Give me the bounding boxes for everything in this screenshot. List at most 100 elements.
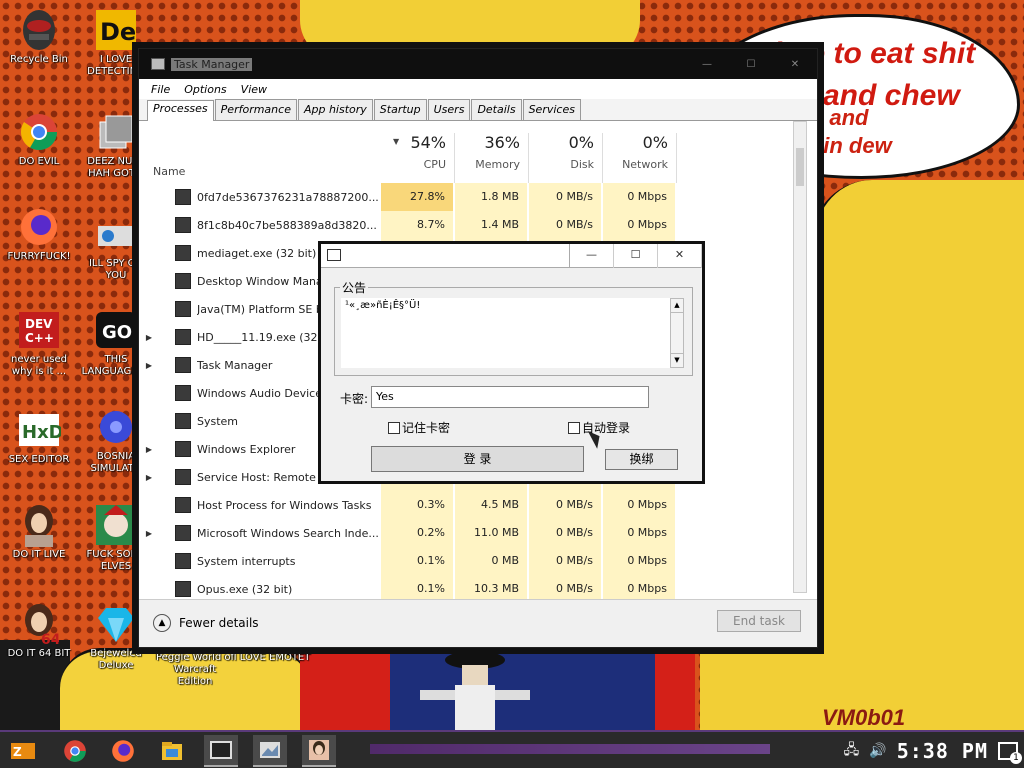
maximize-button[interactable]: ☐: [729, 59, 773, 70]
expand-arrow-icon[interactable]: ▶: [139, 361, 159, 370]
tab-processes[interactable]: Processes: [147, 100, 214, 121]
process-icon: [175, 469, 191, 485]
svg-text:HxD: HxD: [22, 422, 61, 443]
process-row[interactable]: Opus.exe (32 bit) 0.1% 10.3 MB 0 MB/s 0 Mbps: [139, 575, 799, 601]
end-task-button[interactable]: End task: [717, 610, 801, 632]
tab-performance[interactable]: Performance: [214, 99, 297, 120]
desktop-icon-hxd[interactable]: HxD SEX EDITOR: [3, 408, 75, 466]
network-icon[interactable]: 🖧: [844, 739, 860, 763]
desktop-icon-devcpp[interactable]: DEV C++ never used why is it ...: [3, 308, 75, 378]
close-button[interactable]: ✕: [773, 59, 817, 70]
process-icon: [175, 553, 191, 569]
dialog-minimize-button[interactable]: —: [570, 244, 614, 268]
desktop-icon-emotet[interactable]: I LOVE EMOTET: [232, 652, 312, 664]
card-key-input[interactable]: Yes: [371, 386, 649, 408]
fewer-details-label: Fewer details: [179, 616, 259, 630]
taskbar-explorer[interactable]: [155, 735, 189, 767]
process-memory: 10.3 MB: [455, 575, 527, 601]
card-key-label: 卡密:: [340, 392, 369, 406]
desktop-icon-chrome[interactable]: DO EVIL: [3, 110, 75, 168]
login-button[interactable]: 登 录: [371, 446, 584, 472]
elves-icon: [92, 503, 140, 547]
menu-view[interactable]: View: [241, 83, 267, 96]
volume-icon[interactable]: 🔊: [869, 743, 886, 759]
desktop-icon-label: Recycle Bin: [10, 54, 68, 65]
unbind-button[interactable]: 换绑: [605, 449, 678, 470]
portrait-icon: [15, 503, 63, 547]
start-button[interactable]: Z: [6, 735, 40, 767]
taskbar-hd-app[interactable]: [302, 735, 336, 767]
process-icon: [175, 413, 191, 429]
expand-arrow-icon[interactable]: ▶: [139, 333, 159, 342]
notice-scrollbar[interactable]: ▲ ▼: [670, 298, 684, 368]
desktop-icon-label: DO EVIL: [18, 156, 60, 167]
process-row[interactable]: 0fd7de5367376231a78887200... 27.8% 1.8 MB 0…: [139, 183, 799, 211]
login-dialog: — ☐ ✕ ¹«¸æ»ñÈ¡Ê§°Ü! ▲ ▼ 公告 卡密: Yes 记住卡密 …: [318, 241, 705, 484]
clock[interactable]: 5:38 PM: [897, 739, 988, 763]
tab-details[interactable]: Details: [471, 99, 522, 120]
dialog-app-icon: [327, 249, 341, 261]
checkbox-box: [568, 421, 580, 434]
go-icon: GO: [92, 308, 140, 352]
column-header-cpu[interactable]: 54% CPU: [381, 133, 455, 183]
dialog-maximize-button[interactable]: ☐: [614, 244, 658, 268]
process-list-scrollbar[interactable]: [793, 121, 807, 593]
column-header-memory[interactable]: 36% Memory: [455, 133, 529, 183]
scrollbar-thumb[interactable]: [796, 148, 804, 186]
expand-arrow-icon[interactable]: ▶: [139, 445, 159, 454]
notice-textbox[interactable]: ¹«¸æ»ñÈ¡Ê§°Ü!: [341, 298, 670, 368]
desktop-icon-firefox[interactable]: FURRYFUCK!: [3, 205, 75, 263]
process-disk: 0 MB/s: [529, 575, 601, 601]
taskbar-chrome[interactable]: [58, 735, 92, 767]
desktop-icon-doit64[interactable]: 64 DO IT 64 BIT: [3, 602, 75, 660]
process-icon: [175, 357, 191, 373]
tab-services[interactable]: Services: [522, 99, 581, 120]
task-manager-titlebar[interactable]: Task Manager — ☐ ✕: [139, 49, 817, 79]
cpu-label: CPU: [423, 158, 446, 171]
auto-login-checkbox[interactable]: 自动登录: [568, 419, 630, 436]
explorer-icon: [162, 742, 182, 760]
process-icon: [175, 525, 191, 541]
menu-options[interactable]: Options: [184, 83, 226, 96]
desktop-icon-doitlive[interactable]: DO IT LIVE: [3, 503, 75, 561]
desktop-icon-label: FURRYFUCK!: [7, 251, 71, 262]
process-row[interactable]: Host Process for Windows Tasks 0.3% 4.5 MB…: [139, 491, 799, 519]
process-row[interactable]: 8f1c8b40c7be588389a8d3820... 8.7% 1.4 MB 0 …: [139, 211, 799, 239]
tab-startup[interactable]: Startup: [373, 99, 427, 120]
login-dialog-titlebar[interactable]: — ☐ ✕: [321, 244, 702, 268]
system-tray: 🖧 🔊 5:38 PM 1: [844, 736, 1022, 766]
desktop-icon-label: I LOVE EMOTET: [233, 652, 311, 663]
process-row[interactable]: ▶ Microsoft Windows Search Inde... 0.2% 11.…: [139, 519, 799, 547]
menu-file[interactable]: File: [151, 83, 170, 96]
desktop-icon-recycle-bin[interactable]: Recycle Bin: [3, 8, 75, 66]
column-header-disk[interactable]: 0% Disk: [529, 133, 603, 183]
wallpaper-figure: [420, 651, 530, 730]
desktop-icon-label: Bejeweled Deluxe: [90, 648, 142, 671]
fewer-details-button[interactable]: ▲ Fewer details: [153, 614, 259, 632]
taskbar-firefox[interactable]: [106, 735, 140, 767]
tab-users[interactable]: Users: [427, 99, 471, 120]
taskbar-task-manager[interactable]: [204, 735, 238, 767]
scroll-down-icon[interactable]: ▼: [671, 353, 683, 367]
notification-icon[interactable]: 1: [998, 742, 1022, 764]
process-name: Opus.exe (32 bit): [197, 582, 293, 596]
column-header-network[interactable]: 0% Network: [603, 133, 677, 183]
desktop-icon-peggle[interactable]: Peggle World of Warcraft Edition: [155, 652, 235, 688]
gem-icon: [92, 602, 140, 646]
tab-app-history[interactable]: App history: [297, 99, 373, 120]
chrome-icon: [15, 110, 63, 154]
taskbar-photo-app[interactable]: [253, 735, 287, 767]
expand-arrow-icon[interactable]: ▶: [139, 529, 159, 538]
expand-arrow-icon[interactable]: ▶: [139, 473, 159, 482]
dialog-close-button[interactable]: ✕: [658, 244, 702, 268]
scroll-up-icon[interactable]: ▲: [671, 299, 683, 313]
minimize-button[interactable]: —: [685, 59, 729, 70]
process-memory: 0 MB: [455, 547, 527, 575]
portrait64-icon: 64: [15, 602, 63, 646]
chevron-up-icon: ▲: [153, 614, 171, 632]
remember-card-checkbox[interactable]: 记住卡密: [388, 419, 450, 436]
column-header-name[interactable]: Name: [153, 165, 185, 178]
process-row[interactable]: System interrupts 0.1% 0 MB 0 MB/s 0 Mbps: [139, 547, 799, 575]
process-network: 0 Mbps: [603, 547, 675, 575]
process-network: 0 Mbps: [603, 575, 675, 601]
